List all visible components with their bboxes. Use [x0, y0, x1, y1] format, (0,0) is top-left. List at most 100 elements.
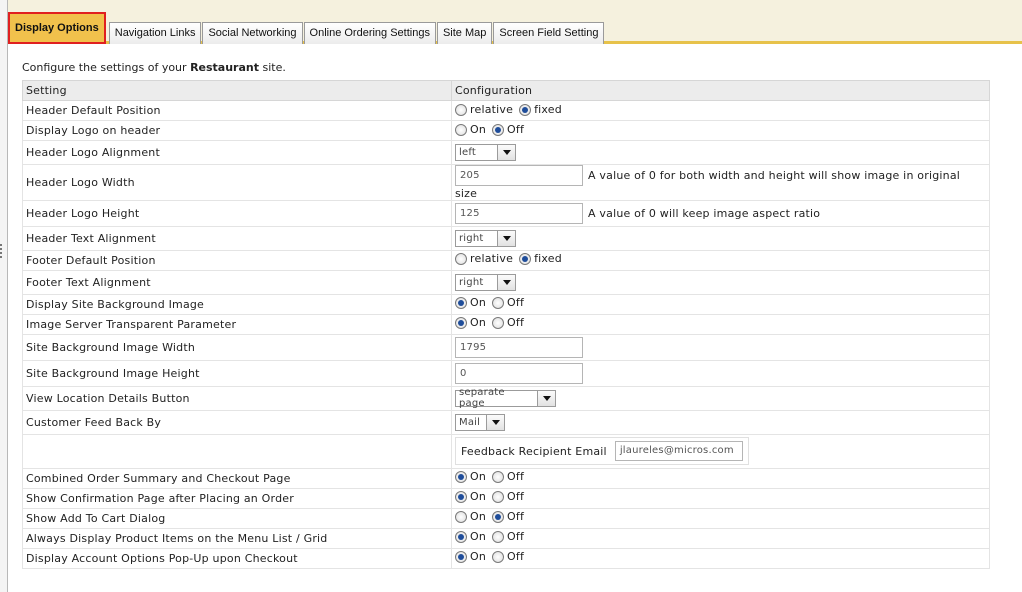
footer-text-alignment-select[interactable]: right	[455, 273, 516, 291]
radio-header-fixed[interactable]	[519, 103, 532, 116]
table-row: Footer Text Alignment right	[22, 269, 990, 295]
setting-label: Display Account Options Pop-Up upon Chec…	[22, 547, 452, 569]
settings-panel: Configure the settings of your Restauran…	[22, 58, 992, 569]
background-width-input[interactable]: 1795	[455, 336, 583, 358]
table-row: Show Add To Cart Dialog On Off	[22, 507, 990, 529]
chevron-down-icon[interactable]	[537, 390, 555, 406]
radio-product-items-off[interactable]	[492, 531, 505, 543]
column-header-setting: Setting	[22, 80, 452, 101]
radio-logo-off[interactable]	[492, 123, 505, 136]
radio-footer-fixed[interactable]	[519, 253, 532, 265]
setting-label: Footer Default Position	[22, 249, 452, 271]
location-details-select[interactable]: separate page	[455, 387, 556, 409]
table-row: Display Account Options Pop-Up upon Chec…	[22, 547, 990, 569]
setting-label: Always Display Product Items on the Menu…	[22, 527, 452, 549]
radio-combined-on[interactable]	[455, 471, 467, 483]
chevron-down-icon[interactable]	[497, 230, 515, 246]
radio-transparent-off[interactable]	[492, 317, 505, 329]
setting-label: Header Default Position	[22, 100, 452, 121]
setting-label: Site Background Image Height	[22, 359, 452, 387]
radio-label: relative	[470, 102, 514, 116]
background-height-input[interactable]: 0	[455, 362, 583, 384]
radio-label: Off	[507, 510, 525, 523]
radio-add-to-cart-off[interactable]	[492, 511, 505, 523]
height-hint: A value of 0 will keep image aspect rati…	[588, 206, 821, 220]
radio-transparent-on[interactable]	[455, 317, 467, 329]
radio-header-relative[interactable]	[455, 103, 467, 116]
table-row: Display Logo on header On Off	[22, 120, 990, 141]
header-logo-height-input[interactable]: 125	[455, 202, 583, 224]
setting-label: Display Site Background Image	[22, 293, 452, 315]
table-row: Header Logo Width 205 A value of 0 for bo…	[22, 164, 990, 201]
tab-social-networking[interactable]: Social Networking	[202, 22, 303, 44]
radio-footer-relative[interactable]	[455, 253, 467, 265]
setting-label: Show Add To Cart Dialog	[22, 507, 452, 529]
radio-label: relative	[470, 252, 514, 265]
radio-label: Off	[507, 316, 525, 329]
radio-label: fixed	[534, 252, 562, 265]
setting-label: Combined Order Summary and Checkout Page	[22, 467, 452, 489]
radio-combined-off[interactable]	[492, 471, 505, 483]
table-row: Header Logo Alignment left	[22, 140, 990, 165]
radio-product-items-on[interactable]	[455, 531, 467, 543]
radio-background-off[interactable]	[492, 297, 505, 309]
table-row: Feedback Recipient Email jlaureles@micro…	[22, 433, 990, 469]
chevron-down-icon[interactable]	[497, 274, 515, 290]
add-to-cart-radios: On Off	[455, 510, 530, 523]
table-row: Image Server Transparent Parameter On Of…	[22, 313, 990, 335]
empty-cell	[22, 433, 452, 469]
setting-label: Site Background Image Width	[22, 333, 452, 361]
radio-label: Off	[507, 122, 525, 136]
display-logo-radios: On Off	[455, 123, 530, 136]
tab-screen-field-setting[interactable]: Screen Field Setting	[493, 22, 605, 44]
table-row: Customer Feed Back By Mail	[22, 409, 990, 435]
radio-label: Off	[507, 490, 525, 503]
radio-confirmation-off[interactable]	[492, 491, 505, 503]
setting-label: Show Confirmation Page after Placing an …	[22, 487, 452, 509]
table-row: Site Background Image Height 0	[22, 359, 990, 387]
setting-label: Customer Feed Back By	[22, 409, 452, 435]
tab-display-options[interactable]: Display Options	[8, 12, 106, 44]
tab-online-ordering-settings[interactable]: Online Ordering Settings	[303, 22, 436, 44]
select-value: separate page	[459, 387, 505, 409]
radio-label: fixed	[534, 102, 562, 116]
tab-strip: Display Options Navigation Links Social …	[8, 0, 1022, 44]
select-value: Mail	[459, 416, 481, 428]
select-value: right	[459, 276, 484, 288]
feedback-email-label: Feedback Recipient Email	[461, 444, 607, 458]
radio-label: On	[470, 296, 487, 309]
radio-label: On	[470, 550, 487, 563]
header-logo-alignment-select[interactable]: left	[455, 144, 516, 161]
feedback-by-select[interactable]: Mail	[455, 413, 505, 431]
setting-label: Header Logo Width	[22, 164, 452, 201]
left-splitter[interactable]	[0, 0, 8, 592]
tab-site-map[interactable]: Site Map	[436, 22, 493, 44]
radio-background-on[interactable]	[455, 297, 467, 309]
header-text-alignment-select[interactable]: right	[455, 229, 516, 247]
splitter-grip-icon[interactable]	[0, 244, 4, 258]
radio-label: Off	[507, 550, 525, 563]
table-row: Header Text Alignment right	[22, 225, 990, 251]
select-value: right	[459, 232, 484, 244]
radio-label: On	[470, 510, 487, 523]
radio-add-to-cart-on[interactable]	[455, 511, 467, 523]
chevron-down-icon[interactable]	[486, 414, 504, 430]
site-name: Restaurant	[190, 61, 259, 74]
transparent-parameter-radios: On Off	[455, 316, 530, 329]
radio-label: On	[470, 122, 487, 136]
radio-label: On	[470, 490, 487, 503]
header-position-radios: relative fixed	[455, 103, 568, 116]
radio-confirmation-on[interactable]	[455, 491, 467, 503]
column-header-configuration: Configuration	[451, 80, 990, 101]
tab-navigation-links[interactable]: Navigation Links	[108, 22, 202, 44]
radio-account-popup-on[interactable]	[455, 551, 467, 563]
setting-label: Header Logo Alignment	[22, 140, 452, 165]
chevron-down-icon[interactable]	[497, 145, 515, 160]
feedback-email-input[interactable]: jlaureles@micros.com	[614, 441, 743, 461]
table-row: Site Background Image Width 1795	[22, 333, 990, 361]
header-logo-width-input[interactable]: 205	[455, 165, 583, 186]
radio-logo-on[interactable]	[455, 123, 467, 136]
account-popup-radios: On Off	[455, 550, 530, 563]
setting-label: Image Server Transparent Parameter	[22, 313, 452, 335]
radio-account-popup-off[interactable]	[492, 551, 505, 563]
